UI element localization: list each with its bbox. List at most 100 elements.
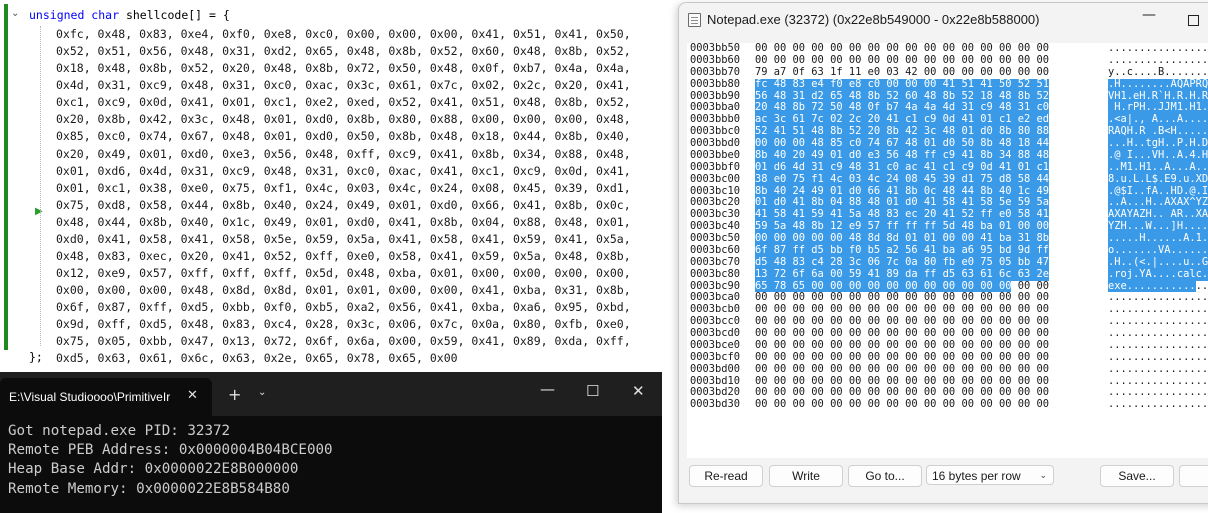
goto-button[interactable]: Go to...: [848, 465, 922, 487]
hex-row-ascii[interactable]: .roj.YA....calc.: [1108, 268, 1208, 281]
close-icon[interactable]: ✕: [187, 388, 198, 403]
minimize-icon[interactable]: —: [540, 380, 555, 398]
hex-row-address: 0003bc70: [690, 255, 741, 268]
hex-row-bytes[interactable]: 13 72 6f 6a 00 59 41 89 da ff d5 63 61 6…: [755, 268, 1050, 281]
terminal-line: Remote PEB Address: 0x0000004B04BCE000: [8, 442, 333, 459]
maximize-icon[interactable]: [1188, 15, 1199, 26]
hex-row-ascii[interactable]: .H........AQAPRQ: [1108, 78, 1208, 91]
hex-row-bytes[interactable]: 6f 87 ff d5 bb f0 b5 a2 56 41 ba a6 95 b…: [755, 244, 1050, 257]
hex-row-bytes[interactable]: 00 00 00 00 00 00 00 00 00 00 00 00 00 0…: [755, 54, 1049, 67]
hex-row-ascii[interactable]: ..M1.H1..A...A..: [1108, 161, 1208, 174]
hex-row-address: 0003bb60: [690, 53, 741, 66]
hex-row-ascii[interactable]: y..c....B.......: [1108, 66, 1208, 79]
shellcode-declaration: unsigned char shellcode[] = {: [29, 8, 230, 23]
shellcode-bytes: 0xfc, 0x48, 0x83, 0xe4, 0xf0, 0xe8, 0xc0…: [56, 26, 631, 368]
closing-brace: };: [29, 350, 43, 364]
terminal-tab-bar: E:\Visual Studioooo\PrimitiveIr ✕ + ⌄ — …: [0, 372, 662, 416]
code-line: 0x00, 0x00, 0x00, 0x48, 0x8d, 0x8d, 0x01…: [56, 283, 631, 298]
hex-row[interactable]: 0003bbf0 01 d6 4d 31 c9 48 31 c0 ac 41 c1…: [687, 161, 1208, 174]
chevron-down-icon[interactable]: ⌄: [258, 387, 266, 398]
hex-row[interactable]: 0003bce0 00 00 00 00 00 00 00 00 00 00 00…: [687, 339, 1208, 352]
hex-row-bytes[interactable]: 38 e0 75 f1 4c 03 4c 24 08 45 39 d1 75 d…: [755, 173, 1050, 186]
hex-row[interactable]: 0003bb80 fc 48 83 e4 f0 e8 c0 00 00 00 41…: [687, 77, 1208, 91]
hex-row[interactable]: 0003bc80 13 72 6f 6a 00 59 41 89 da ff d5…: [687, 267, 1208, 281]
plus-icon[interactable]: +: [228, 385, 241, 404]
code-line: 0x48, 0x44, 0x8b, 0x40, 0x1c, 0x49, 0x01…: [56, 214, 631, 229]
code-line: 0x01, 0xc1, 0x38, 0xe0, 0x75, 0xf1, 0x4c…: [56, 180, 631, 195]
unselected-bytes[interactable]: 00 00: [1011, 280, 1049, 292]
hex-row-ascii[interactable]: ................: [1108, 398, 1208, 411]
type-keyword: unsigned char: [29, 8, 120, 22]
code-line: 0x12, 0xe9, 0x57, 0xff, 0xff, 0xff, 0x5d…: [56, 266, 631, 281]
code-line: 0x85, 0xc0, 0x74, 0x67, 0x48, 0x01, 0xd0…: [56, 129, 631, 144]
hex-row-address: 0003bbe0: [690, 148, 741, 161]
close-button[interactable]: [1179, 465, 1208, 487]
hex-row[interactable]: 0003bd00 00 00 00 00 00 00 00 00 00 00 00…: [687, 362, 1208, 376]
memory-editor-window[interactable]: Notepad.exe (32372) (0x22e8b549000 - 0x2…: [678, 2, 1208, 504]
maximize-icon[interactable]: ☐: [586, 382, 599, 400]
hex-row[interactable]: 0003bc70 d5 48 83 c4 28 3c 06 7c 0a 80 fb…: [687, 255, 1208, 269]
hex-row[interactable]: 0003bcf0 00 00 00 00 00 00 00 00 00 00 00…: [687, 350, 1208, 364]
hex-row-address: 0003bd00: [690, 362, 741, 375]
hex-row-address: 0003bcf0: [690, 350, 741, 363]
hex-row-bytes[interactable]: d5 48 83 c4 28 3c 06 7c 0a 80 fb e0 75 0…: [755, 256, 1050, 269]
code-line: 0x18, 0x48, 0x8b, 0x52, 0x20, 0x48, 0x8b…: [56, 61, 631, 76]
indent-guide: [40, 26, 42, 346]
hex-row-address: 0003bc80: [690, 267, 741, 280]
hex-row-ascii[interactable]: 8.u.L.L$.E9.u.XD: [1108, 173, 1208, 186]
terminal-window[interactable]: E:\Visual Studioooo\PrimitiveIr ✕ + ⌄ — …: [0, 372, 662, 513]
hex-row-address: 0003bd30: [690, 398, 741, 411]
hex-row[interactable]: 0003bd30 00 00 00 00 00 00 00 00 00 00 00…: [687, 398, 1208, 411]
code-line: 0xc1, 0xc9, 0x0d, 0x41, 0x01, 0xc1, 0xe2…: [56, 95, 631, 110]
hex-row-bytes[interactable]: 00 00 00 00 00 00 00 00 00 00 00 00 00 0…: [755, 351, 1049, 364]
hex-row[interactable]: 0003bb60 00 00 00 00 00 00 00 00 00 00 00…: [687, 53, 1208, 67]
hex-row-bytes[interactable]: 00 00 00 00 00 00 00 00 00 00 00 00 00 0…: [755, 363, 1049, 376]
hex-row[interactable]: 0003bb70 79 a7 0f 63 1f 11 e0 03 42 00 00…: [687, 65, 1208, 79]
code-line: 0x01, 0xd6, 0x4d, 0x31, 0xc9, 0x48, 0x31…: [56, 163, 631, 178]
hex-row-bytes[interactable]: 00 00 00 00 00 00 00 00 00 00 00 00 00 0…: [755, 339, 1049, 352]
hex-row-bytes[interactable]: 01 d6 4d 31 c9 48 31 c0 ac 41 c1 c9 0d 4…: [755, 161, 1050, 174]
hex-row-bytes[interactable]: 79 a7 0f 63 1f 11 e0 03 42 00 00 00 00 0…: [755, 66, 1049, 79]
tab-title: E:\Visual Studioooo\PrimitiveIr: [9, 390, 171, 404]
hex-row-address: 0003bc00: [690, 172, 741, 185]
hex-row-address: 0003bc60: [690, 243, 741, 256]
save-button[interactable]: Save...: [1100, 465, 1174, 487]
code-line: 0x9d, 0xff, 0xd5, 0x48, 0x83, 0xc4, 0x28…: [56, 317, 631, 332]
hex-row-ascii[interactable]: ................: [1108, 363, 1208, 376]
hex-row-bytes[interactable]: fc 48 83 e4 f0 e8 c0 00 00 00 41 51 41 5…: [755, 78, 1050, 91]
code-line: 0x6f, 0x87, 0xff, 0xd5, 0xbb, 0xf0, 0xb5…: [56, 300, 631, 315]
terminal-line: Got notepad.exe PID: 32372: [8, 423, 231, 439]
chevron-down-icon[interactable]: ⌄: [11, 8, 19, 19]
close-icon[interactable]: ✕: [632, 382, 645, 400]
hex-row-ascii[interactable]: .@ I...VH..A.4.H: [1108, 149, 1208, 162]
hex-row-bytes[interactable]: 8b 40 20 49 01 d0 e3 56 48 ff c9 41 8b 3…: [755, 149, 1050, 162]
selected-bytes[interactable]: 65 78 65 00 00 00 00 00 00 00 00 00 00 0…: [755, 279, 1012, 292]
hex-row-ascii[interactable]: .H..(<.|....u..G: [1108, 256, 1208, 269]
reread-button[interactable]: Re-read: [689, 465, 763, 487]
unselected-ascii[interactable]: ..: [1196, 280, 1208, 292]
selected-ascii[interactable]: exe...........: [1108, 279, 1196, 292]
code-line: 0x75, 0x05, 0xbb, 0x47, 0x13, 0x72, 0x6f…: [56, 334, 631, 349]
hex-row-ascii[interactable]: ................: [1108, 351, 1208, 364]
minimize-icon[interactable]: —: [1142, 7, 1156, 23]
title-bar[interactable]: Notepad.exe (32372) (0x22e8b549000 - 0x2…: [679, 3, 1208, 37]
hex-row-ascii[interactable]: ................: [1108, 54, 1208, 67]
code-editor[interactable]: ⌄ ▶ unsigned char shellcode[] = { 0xfc, …: [0, 0, 680, 372]
hex-row[interactable]: 0003bbe0 8b 40 20 49 01 d0 e3 56 48 ff c9…: [687, 148, 1208, 162]
button-row: Re-read Write Go to... 16 bytes per row …: [679, 463, 1208, 493]
hex-row[interactable]: 0003bc60 6f 87 ff d5 bb f0 b5 a2 56 41 ba…: [687, 243, 1208, 257]
hex-dump-view[interactable]: 0003bb50 00 00 00 00 00 00 00 00 00 00 00…: [687, 43, 1208, 458]
window-title: Notepad.exe (32372) (0x22e8b549000 - 0x2…: [707, 12, 1040, 27]
code-line: 0x75, 0xd8, 0x58, 0x44, 0x8b, 0x40, 0x24…: [56, 197, 631, 212]
hex-row[interactable]: 0003bc00 38 e0 75 f1 4c 03 4c 24 08 45 39…: [687, 172, 1208, 186]
hex-row-address: 0003bb80: [690, 77, 741, 90]
hex-row-address: 0003bb70: [690, 65, 741, 78]
terminal-line: Remote Memory: 0x0000022E8B584B80: [8, 480, 290, 497]
hex-row-ascii[interactable]: o.......VA......: [1108, 244, 1208, 257]
hex-row-ascii[interactable]: ................: [1108, 339, 1208, 352]
code-line: 0x20, 0x8b, 0x42, 0x3c, 0x48, 0x01, 0xd0…: [56, 112, 631, 127]
write-button[interactable]: Write: [769, 465, 843, 487]
hex-row-bytes[interactable]: 00 00 00 00 00 00 00 00 00 00 00 00 00 0…: [755, 398, 1049, 411]
terminal-tab[interactable]: E:\Visual Studioooo\PrimitiveIr ✕: [0, 378, 212, 416]
row-size-select[interactable]: 16 bytes per row ⌄: [926, 465, 1054, 485]
